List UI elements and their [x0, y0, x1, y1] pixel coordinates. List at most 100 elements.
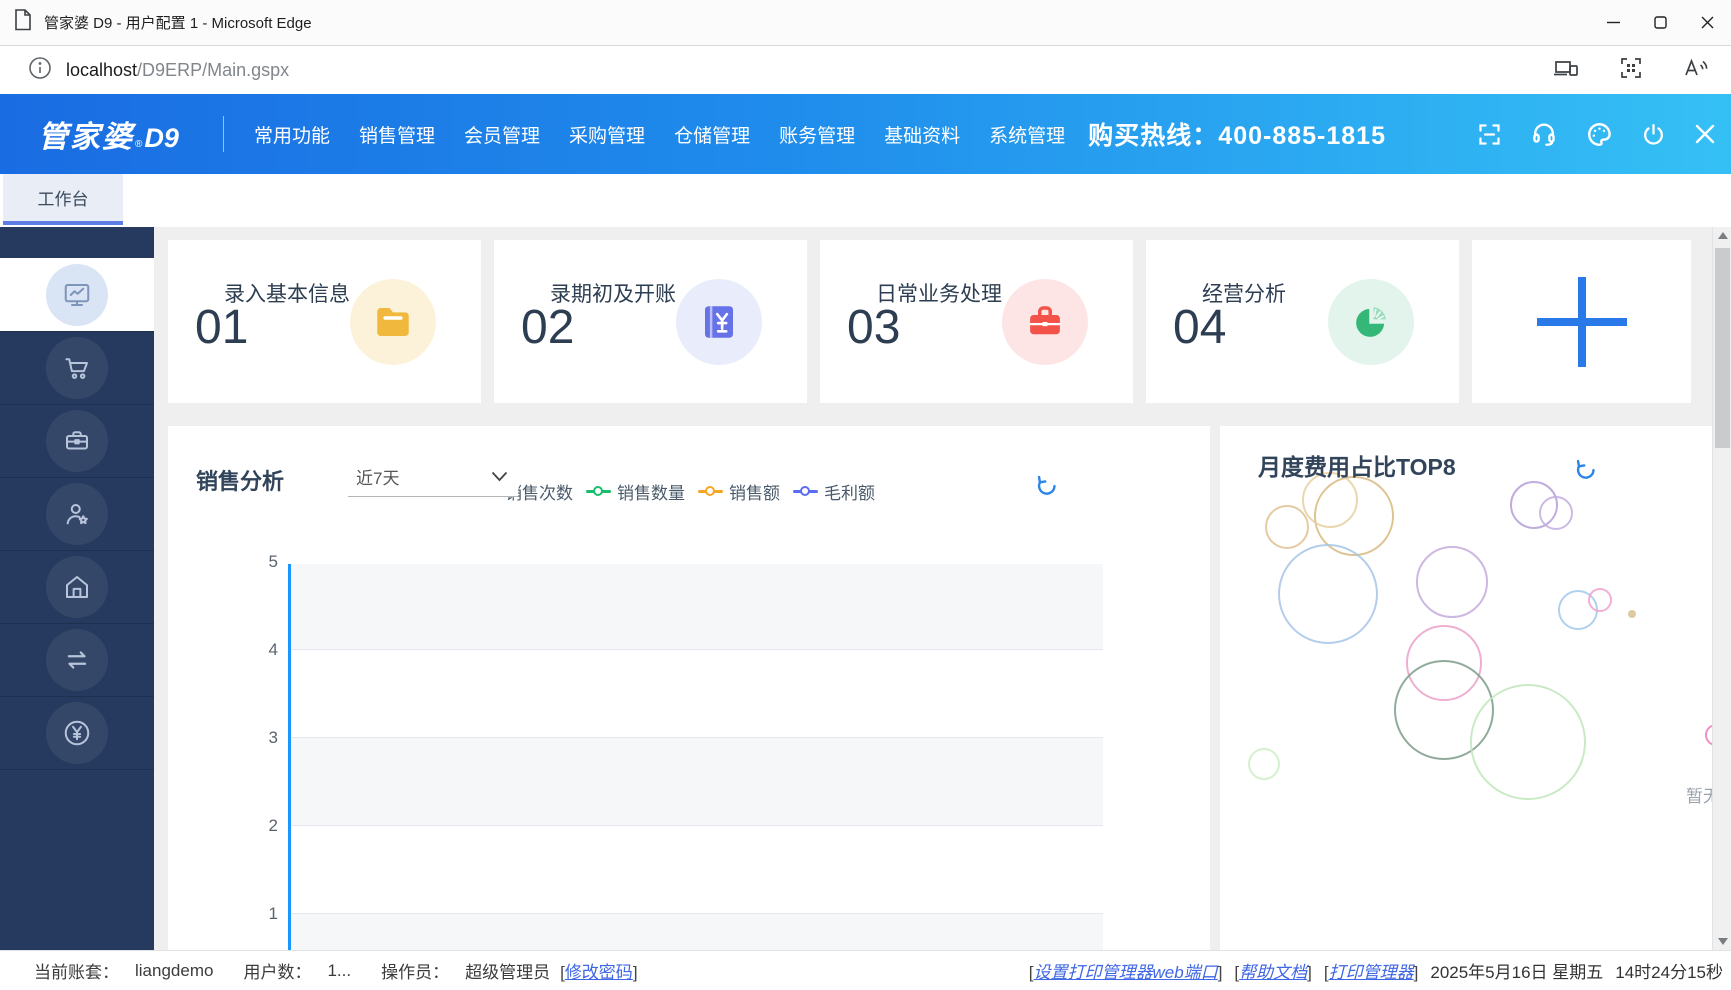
purchase-hotline: 购买热线：400-885-1815 [1088, 122, 1386, 150]
app-navbar: 管家婆 ® D9 常用功能 销售管理 会员管理 采购管理 仓储管理 账务管理 基… [0, 94, 1731, 174]
chevron-down-icon [491, 471, 508, 481]
status-bar: 当前账套： liangdemo 用户数： 1... 操作员： 超级管理员 [修改… [0, 950, 1731, 990]
help-doc-link[interactable]: 帮助文档 [1239, 963, 1307, 982]
card-number: 01 [195, 301, 249, 354]
refresh-button[interactable] [1575, 458, 1597, 485]
dashboard-chart-icon [64, 283, 90, 306]
range-dropdown[interactable]: 近7天 [348, 456, 518, 497]
folder-icon [350, 279, 436, 365]
users-value: 1... [327, 960, 352, 980]
toolbox-icon [66, 430, 88, 449]
nav-item-warehouse-management[interactable]: 仓储管理 [674, 121, 750, 148]
nav-item-sales-management[interactable]: 销售管理 [359, 121, 435, 148]
refresh-icon [1037, 475, 1056, 495]
nav-item-common-functions[interactable]: 常用功能 [254, 121, 330, 148]
sidebar-item-workbench[interactable] [0, 258, 154, 332]
tab-workbench[interactable]: 工作台 [3, 174, 123, 225]
nav-item-purchase-management[interactable]: 采购管理 [569, 121, 645, 148]
card-business-analysis[interactable]: 经营分析 04 [1146, 240, 1459, 403]
close-button[interactable] [1684, 0, 1731, 45]
nav-item-member-management[interactable]: 会员管理 [464, 121, 540, 148]
sidebar-item-finance[interactable] [0, 696, 154, 770]
devices-icon[interactable] [1553, 57, 1579, 84]
nav-item-system-management[interactable]: 系统管理 [989, 121, 1065, 148]
scan-frame-icon[interactable] [1476, 121, 1503, 148]
app-logo: 管家婆 ® D9 [38, 112, 195, 156]
close-x-icon[interactable] [1693, 122, 1717, 146]
minimize-button[interactable] [1590, 0, 1637, 45]
window-title: 管家婆 D9 - 用户配置 1 - Microsoft Edge [44, 15, 312, 32]
nav-divider [223, 116, 224, 152]
grid-band [291, 826, 1103, 914]
sidebar-item-member[interactable] [0, 477, 154, 551]
url-path: /D9ERP/Main.gspx [137, 59, 290, 80]
info-icon[interactable] [28, 56, 52, 85]
card-number: 03 [847, 301, 901, 354]
legend-item-sales-qty[interactable]: 销售数量 [586, 479, 685, 504]
bracket: ] [632, 963, 638, 982]
card-daily-business[interactable]: 日常业务处理 03 [820, 240, 1133, 403]
y-axis-label: 3 [268, 728, 278, 747]
sales-analysis-panel: 销售分析 销售次数 销售数量 销售额 毛利额 近7天 5 4 3 2 1 [168, 426, 1210, 950]
scroll-down-button[interactable] [1713, 933, 1731, 950]
legend-item-sales-amount[interactable]: 销售额 [698, 479, 780, 504]
logo-text-cn: 管家婆 [38, 121, 134, 154]
operator-label: 操作员： [381, 963, 450, 982]
bubble-layer [1220, 426, 1712, 950]
chart-plot-area [291, 564, 1103, 950]
sidebar-item-transfer[interactable] [0, 623, 154, 697]
shortcut-cards-row: 录入基本信息 01 录期初及开账 02 日常业务处理 03 经营分析 04 [168, 240, 1691, 403]
no-data-text: 暂无数据 [1686, 787, 1712, 806]
url-host: localhost [66, 59, 138, 80]
nav-item-basic-data[interactable]: 基础资料 [884, 121, 960, 148]
currency-yen-icon [64, 720, 90, 745]
power-icon[interactable] [1641, 122, 1666, 147]
chart-legend: 销售次数 销售数量 销售额 毛利额 [474, 479, 875, 504]
nav-item-account-management[interactable]: 账务管理 [779, 121, 855, 148]
headset-icon[interactable] [1530, 120, 1558, 148]
scroll-thumb[interactable] [1715, 248, 1730, 448]
sidebar-item-purchase[interactable] [0, 404, 154, 478]
read-aloud-icon[interactable] [1683, 57, 1709, 84]
shopping-cart-icon [65, 357, 88, 379]
address-bar[interactable]: localhost/D9ERP/Main.gspx [0, 46, 1731, 95]
card-opening-balance[interactable]: 录期初及开账 02 [494, 240, 807, 403]
scroll-up-button[interactable] [1713, 227, 1731, 244]
expense-bubble [1470, 684, 1586, 800]
add-card-button[interactable] [1472, 240, 1691, 403]
account-label: 当前账套： [34, 963, 119, 982]
grid-band [291, 564, 1103, 650]
range-selected-value: 近7天 [356, 468, 400, 488]
legend-line-marker-icon [793, 486, 818, 496]
grid-band [291, 914, 1103, 950]
legend-item-gross-profit[interactable]: 毛利额 [793, 479, 875, 504]
grid-band [291, 650, 1103, 738]
maximize-button[interactable] [1637, 0, 1684, 45]
theme-palette-icon[interactable] [1585, 120, 1614, 149]
url-text[interactable]: localhost/D9ERP/Main.gspx [66, 60, 289, 81]
status-date: 2025年5月16日 星期五 [1430, 963, 1604, 982]
main-area: 录入基本信息 01 录期初及开账 02 日常业务处理 03 经营分析 04 销售… [154, 227, 1712, 950]
legend-line-marker-icon [698, 486, 723, 496]
expense-bubble [1265, 505, 1309, 549]
printer-web-port-link[interactable]: 设置打印管理器web端口 [1034, 963, 1218, 982]
change-password-link[interactable]: 修改密码 [565, 963, 633, 982]
print-manager-link[interactable]: 打印管理器 [1329, 963, 1414, 982]
refresh-button[interactable] [1036, 474, 1058, 501]
refresh-icon [1576, 459, 1595, 479]
logo-text-d9: D9 [144, 123, 179, 153]
pie-chart-icon [1328, 279, 1414, 365]
sidebar-item-sales[interactable] [0, 331, 154, 405]
sidebar-item-warehouse[interactable] [0, 550, 154, 624]
logo-registered-mark: ® [135, 139, 143, 150]
account-value: liangdemo [135, 960, 214, 980]
vertical-scrollbar[interactable] [1712, 227, 1731, 950]
legend-line-marker-icon [586, 486, 611, 496]
window-titlebar: 管家婆 D9 - 用户配置 1 - Microsoft Edge [0, 0, 1731, 46]
expense-bubble [1628, 610, 1636, 618]
apps-grid-icon[interactable] [1619, 56, 1643, 85]
tab-bar: 工作台 [0, 174, 1731, 227]
expense-bubble [1588, 588, 1612, 612]
card-basic-info[interactable]: 录入基本信息 01 [168, 240, 481, 403]
users-label: 用户数： [243, 963, 312, 982]
